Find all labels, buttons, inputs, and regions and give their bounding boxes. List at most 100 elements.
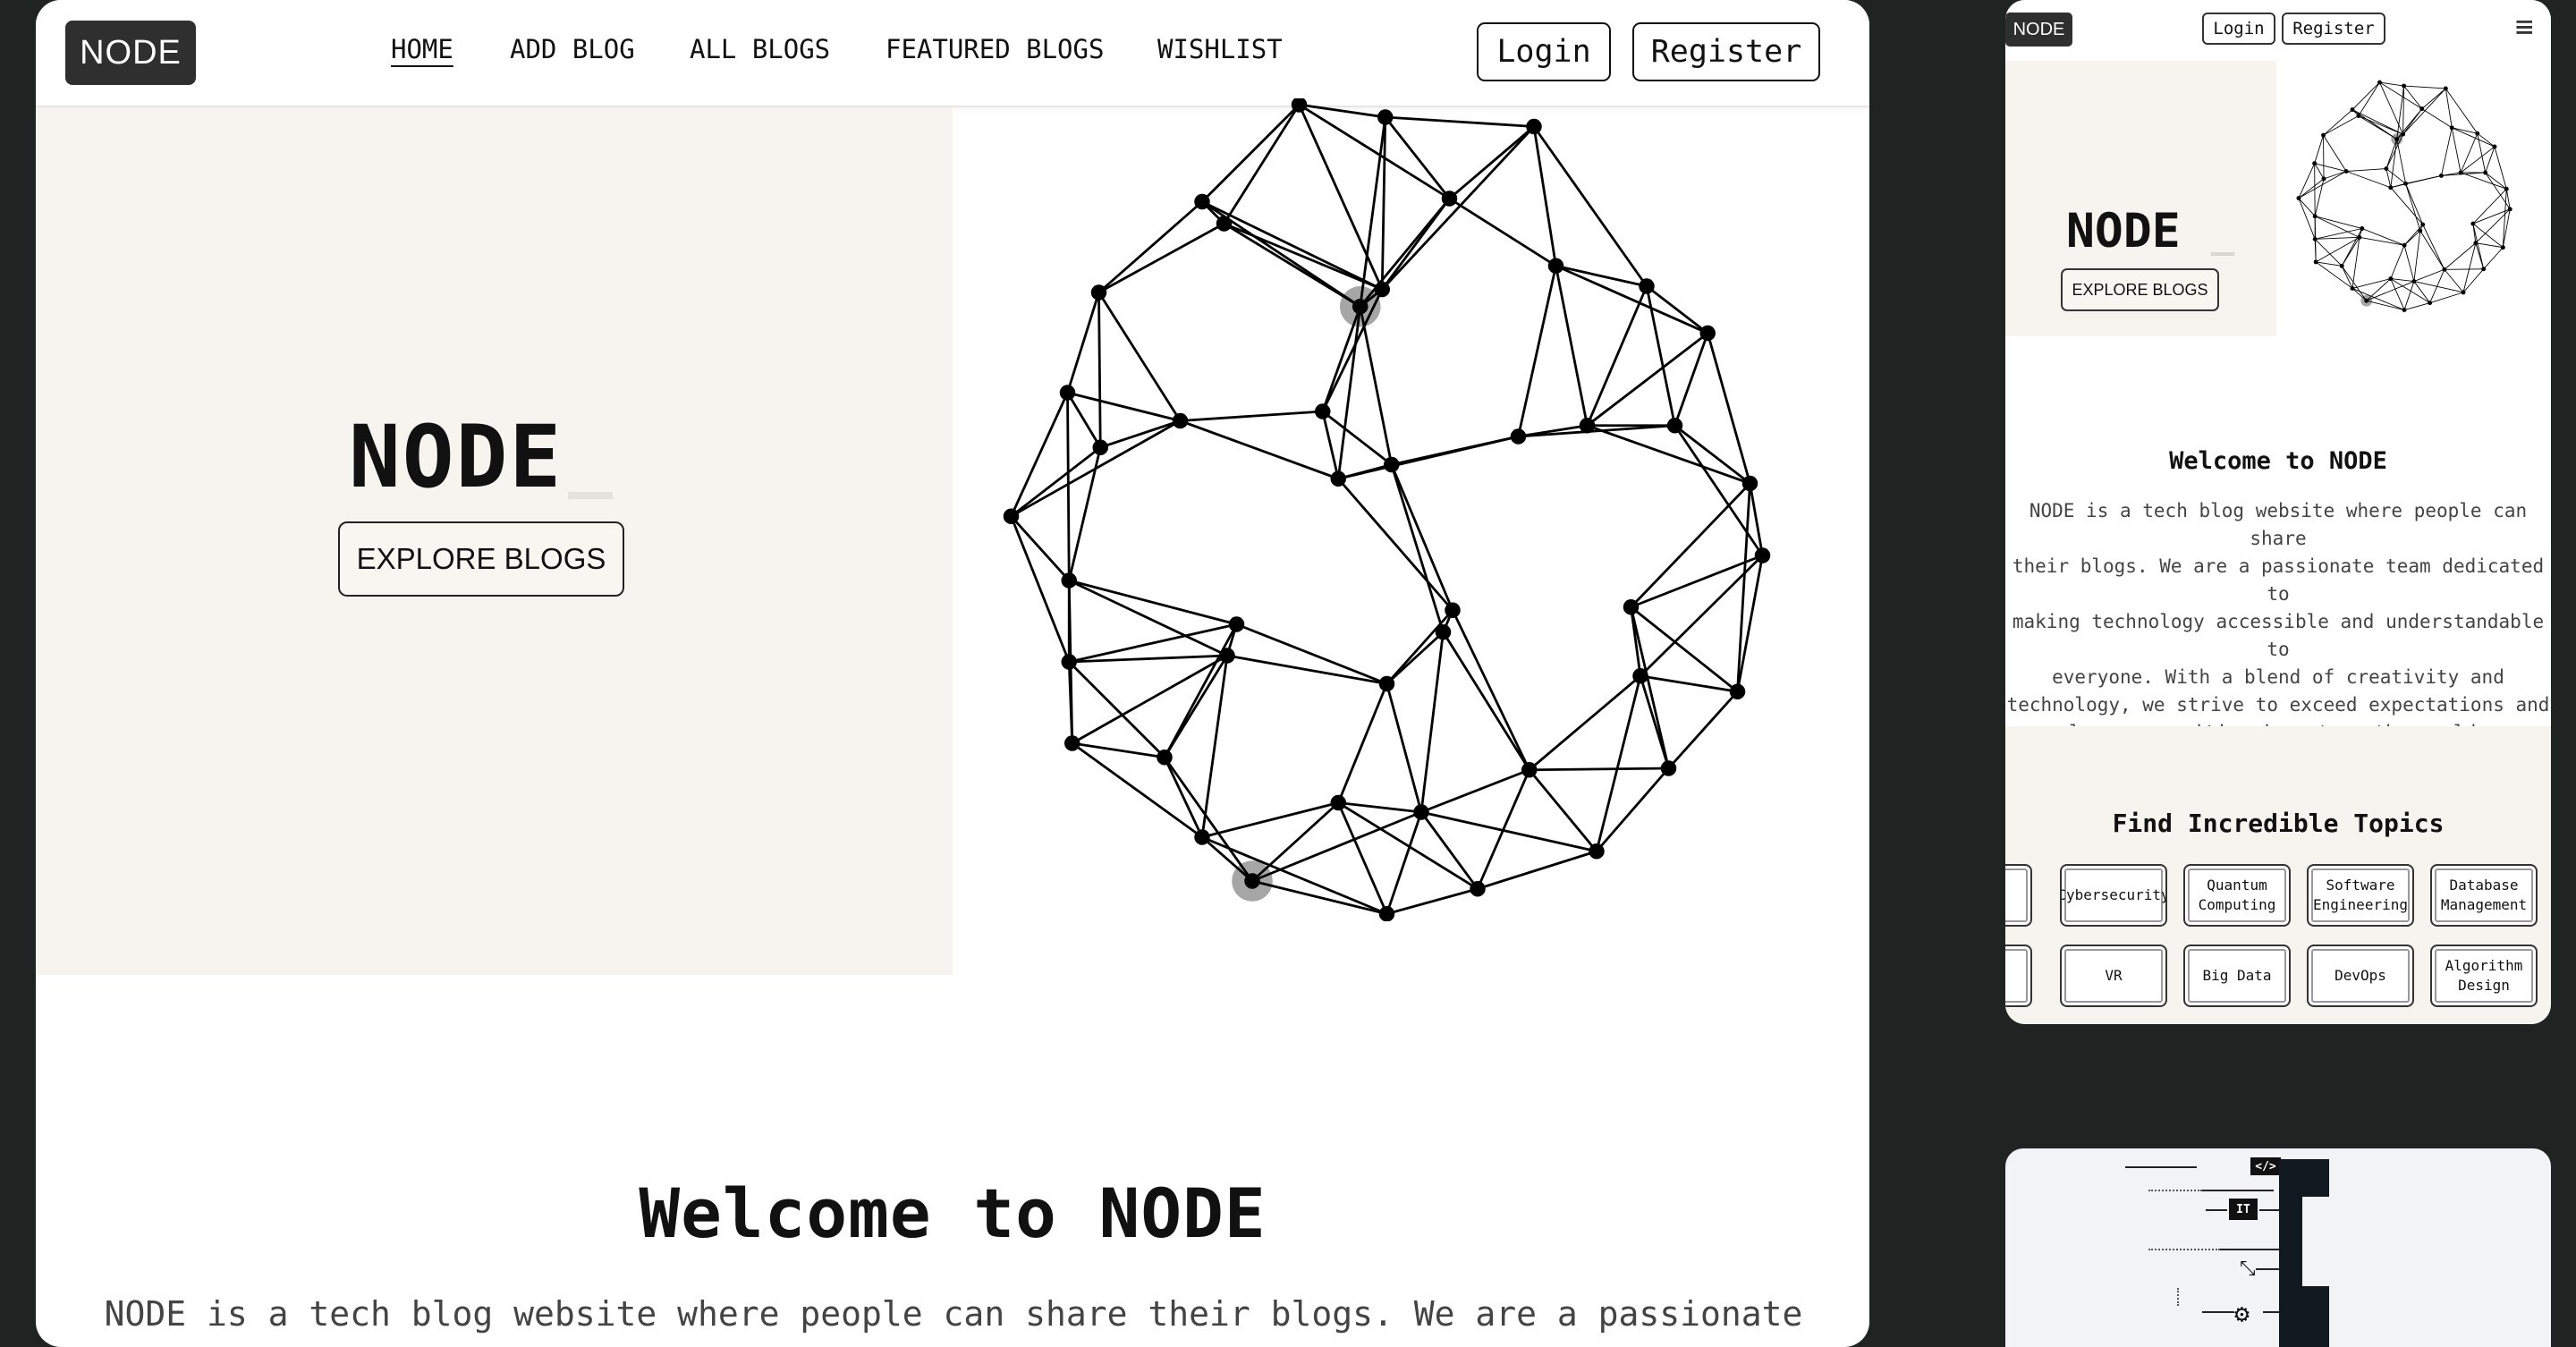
explore-blogs-button[interactable]: EXPLORE BLOGS [338,521,624,597]
sphere-edge [1298,104,1384,291]
sphere-edge [2314,163,2347,172]
sphere-node [1352,299,1368,315]
login-button[interactable]: Login [1477,22,1611,81]
sphere-edge [2429,292,2464,304]
sphere-node [2312,161,2318,166]
sphere-edge [2403,85,2446,89]
sphere-node [2312,214,2318,219]
circuit-dots [2148,1190,2202,1191]
sphere-edge [1097,222,1225,294]
sphere-edge [1640,674,1738,693]
sphere-node [1228,616,1245,632]
sphere-edge [1555,265,1589,427]
hamburger-icon[interactable]: ≡ [2515,11,2533,43]
sphere-node [2438,173,2444,178]
sphere-node [1699,325,1716,342]
sphere-node [2420,222,2426,227]
chip-icon: ⚙ [2234,1299,2250,1328]
sphere-node [2470,221,2476,226]
sphere-edge [1097,292,1102,448]
sphere-edge [1223,222,1383,291]
sphere-edge [1442,631,1530,771]
circuit-line [2202,1311,2234,1313]
sphere-node [2419,106,2425,112]
topic-card[interactable]: Quantum Computing [2183,864,2291,927]
logo[interactable]: NODE [65,21,196,85]
topic-card[interactable]: Database Management [2430,864,2538,927]
sphere-edge [2403,85,2423,109]
sphere-edge [2366,281,2415,301]
sphere-edge [1586,285,1648,427]
mobile-login-button[interactable]: Login [2202,13,2275,45]
topics-title: Find Incredible Topics [2112,809,2445,838]
sphere-edge [2390,278,2430,304]
topic-card[interactable]: Cybersecurity [2060,864,2167,927]
mobile-hero-panel: NODE EXPLORE BLOGS [2005,61,2276,336]
sphere-node [1064,735,1080,751]
topic-card-partial[interactable] [2005,945,2032,1007]
sphere-edge [1448,197,1557,267]
sphere-edge [1667,690,1739,769]
nav-link-home[interactable]: HOME [391,34,453,64]
sphere-edge [2390,187,2424,225]
register-button[interactable]: Register [1632,22,1820,81]
connection-icon: ⤡ [2240,1258,2256,1280]
topic-card-partial[interactable] [2005,864,2032,927]
sphere-edge [1532,126,1557,267]
sphere-edge [2403,302,2430,310]
mobile-explore-blogs-button[interactable]: EXPLORE BLOGS [2061,268,2219,311]
sphere-edge [2390,139,2398,188]
sphere-node [1061,654,1077,670]
sphere-node [1754,547,1771,563]
circuit-line [2202,1190,2274,1191]
mobile-hero-title: NODE [2066,204,2181,258]
sphere-node [1216,216,1233,232]
sphere-edge [2477,133,2487,174]
nav-link-add-blog[interactable]: ADD BLOG [510,34,635,64]
sphere-edge [2323,115,2360,136]
topic-card[interactable]: VR [2060,945,2167,1007]
sphere-node [1521,762,1538,778]
topic-card[interactable]: Algorithm Design [2430,945,2538,1007]
sphere-node [2461,290,2466,295]
sphere-node [1660,760,1677,776]
sphere-node [1330,470,1346,487]
sphere-node [2442,267,2447,272]
nav-link-featured-blogs[interactable]: FEATURED BLOGS [886,34,1104,64]
sphere-node [1384,456,1400,473]
sphere-edge [1337,463,1393,480]
sphere-node [1219,648,1235,664]
circuit-dots [2148,1249,2220,1250]
sphere-edge [2441,172,2486,176]
sphere-edge [1529,767,1669,772]
sphere-edge [1067,391,1181,422]
sphere-node [1059,385,1076,401]
it-icon: IT [2229,1199,2258,1220]
mobile-register-button[interactable]: Register [2282,13,2385,45]
sphere-node [1435,624,1452,640]
sphere-edge [1071,741,1203,839]
sphere-edge [1066,392,1071,581]
sphere-edge [1068,661,1165,758]
sphere-edge [2358,115,2397,140]
sphere-edge [2440,127,2453,176]
welcome-body: NODE is a tech blog website where people… [104,1294,1803,1347]
sphere-node [2492,144,2497,149]
circuit-line [2259,1209,2279,1211]
sphere-edge [1385,683,1423,813]
sphere-edge [1097,292,1182,422]
mobile-logo[interactable]: NODE [2005,13,2072,47]
topic-card[interactable]: DevOps [2307,945,2414,1007]
mobile-welcome-line: NODE is a tech blog website where people… [2029,500,2528,549]
nav-link-all-blogs[interactable]: ALL BLOGS [690,34,830,64]
sphere-node [2313,259,2318,265]
sphere-node [2507,207,2512,212]
topic-card[interactable]: Software Engineering [2307,864,2414,927]
sphere-node [1413,804,1429,820]
sphere-node [1315,403,1331,419]
sphere-edge [2403,245,2415,282]
topic-card[interactable]: Big Data [2183,945,2291,1007]
sphere-edge [2298,163,2316,199]
sphere-node [1526,118,1542,135]
nav-link-wishlist[interactable]: WISHLIST [1157,34,1283,64]
